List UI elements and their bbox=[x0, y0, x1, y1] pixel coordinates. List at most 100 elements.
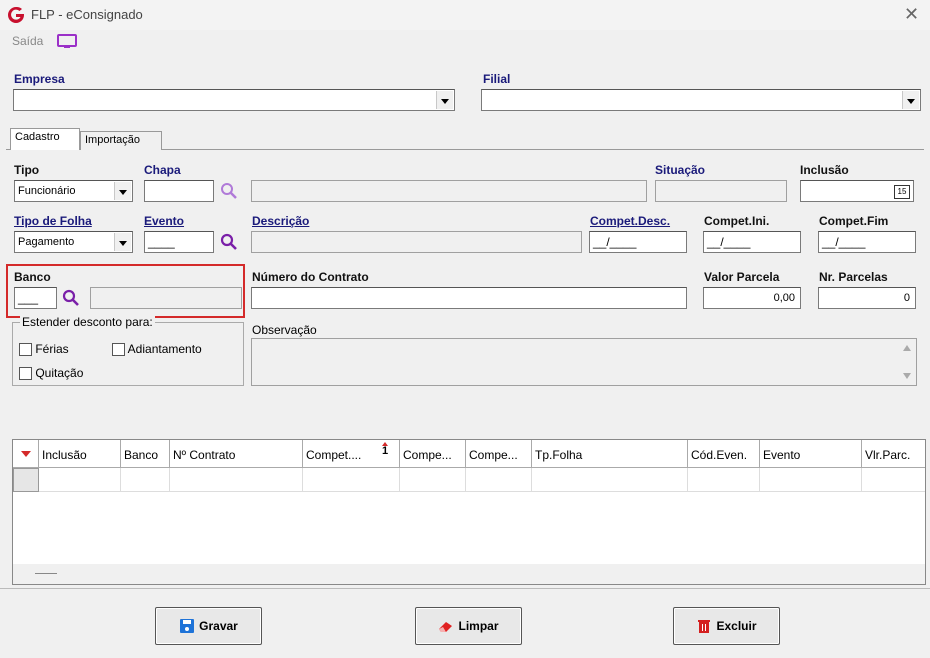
grid-footer-dash bbox=[35, 573, 57, 574]
table-cell[interactable] bbox=[400, 468, 466, 492]
table-cell[interactable] bbox=[688, 468, 760, 492]
search-icon[interactable] bbox=[220, 182, 238, 200]
col-vlr-parc[interactable]: Vlr.Parc. bbox=[862, 440, 925, 468]
descricao-field bbox=[251, 231, 582, 253]
sort-index: 1 bbox=[381, 445, 389, 457]
sort-asc-icon[interactable]: 1 bbox=[380, 442, 390, 457]
observacao-scrollbar[interactable] bbox=[898, 339, 916, 385]
tipo-select[interactable]: Funcionário bbox=[14, 180, 133, 202]
quitacao-label: Quitação bbox=[35, 366, 84, 380]
window-title: FLP - eConsignado bbox=[31, 7, 143, 22]
col-evento[interactable]: Evento bbox=[760, 440, 862, 468]
adiantamento-checkbox[interactable]: Adiantamento bbox=[112, 342, 202, 357]
ferias-checkbox[interactable]: Férias bbox=[19, 342, 69, 357]
inclusao-date-input[interactable]: 15 bbox=[800, 180, 914, 202]
search-icon[interactable] bbox=[62, 289, 80, 307]
numero-contrato-input[interactable] bbox=[251, 287, 687, 309]
dropdown-arrow-icon[interactable] bbox=[21, 451, 31, 457]
estender-label: Estender desconto para: bbox=[20, 315, 155, 329]
chapa-input[interactable] bbox=[144, 180, 214, 202]
tipo-folha-value: Pagamento bbox=[18, 236, 75, 248]
eraser-icon bbox=[439, 622, 453, 632]
compet-desc-value: __/____ bbox=[593, 235, 637, 249]
table-cell[interactable] bbox=[862, 468, 925, 492]
evento-input[interactable]: ____ bbox=[144, 231, 214, 253]
limpar-label: Limpar bbox=[458, 619, 499, 633]
banco-label: Banco bbox=[14, 270, 51, 284]
evento-label: Evento bbox=[144, 214, 185, 228]
saida-button[interactable]: Saída bbox=[12, 34, 43, 48]
nr-parcelas-input[interactable]: 0 bbox=[818, 287, 916, 309]
grid-empty-area bbox=[13, 492, 925, 564]
calendar-icon[interactable]: 15 bbox=[894, 185, 910, 199]
scroll-down-icon[interactable] bbox=[903, 373, 911, 379]
gravar-button[interactable]: Gravar bbox=[155, 607, 262, 645]
valor-parcela-input[interactable]: 0,00 bbox=[703, 287, 801, 309]
chevron-down-icon[interactable] bbox=[114, 233, 131, 251]
row-selector[interactable] bbox=[13, 468, 39, 492]
table-cell[interactable] bbox=[170, 468, 303, 492]
nr-parcelas-label: Nr. Parcelas bbox=[819, 270, 888, 284]
valor-parcela-value: 0,00 bbox=[773, 292, 795, 304]
chevron-down-icon[interactable] bbox=[114, 182, 131, 200]
tipo-folha-select[interactable]: Pagamento bbox=[14, 231, 133, 253]
table-cell[interactable] bbox=[303, 468, 400, 492]
table-cell[interactable] bbox=[760, 468, 862, 492]
observacao-textarea[interactable] bbox=[251, 338, 917, 386]
inclusao-label: Inclusão bbox=[800, 163, 849, 177]
close-icon[interactable]: ✕ bbox=[904, 4, 919, 25]
quitacao-checkbox[interactable]: Quitação bbox=[19, 366, 84, 381]
excluir-button[interactable]: Excluir bbox=[673, 607, 780, 645]
trash-icon bbox=[698, 620, 711, 633]
chevron-down-icon[interactable] bbox=[902, 91, 919, 109]
numero-contrato-label: Número do Contrato bbox=[252, 270, 369, 284]
quitacao-check-box[interactable] bbox=[19, 367, 32, 381]
banco-input[interactable]: ___ bbox=[14, 287, 57, 309]
chapa-name-display bbox=[251, 180, 647, 202]
monitor-icon[interactable] bbox=[57, 34, 77, 49]
table-cell[interactable] bbox=[466, 468, 532, 492]
table-cell[interactable] bbox=[121, 468, 170, 492]
col-cod-evento[interactable]: Cód.Even. bbox=[688, 440, 760, 468]
limpar-button[interactable]: Limpar bbox=[415, 607, 522, 645]
title-bar: FLP - eConsignado ✕ bbox=[0, 0, 930, 30]
col-numero-contrato[interactable]: Nº Contrato bbox=[170, 440, 303, 468]
col-compet-desc[interactable]: Compet.... 1 bbox=[303, 440, 400, 468]
grid-menu-header[interactable] bbox=[13, 440, 39, 468]
table-cell[interactable] bbox=[39, 468, 121, 492]
compet-fim-label: Compet.Fim bbox=[819, 214, 889, 228]
table-cell[interactable] bbox=[532, 468, 688, 492]
adiantamento-label: Adiantamento bbox=[127, 342, 202, 356]
compet-ini-input[interactable]: __/____ bbox=[703, 231, 801, 253]
tab-importacao[interactable]: Importação bbox=[80, 131, 162, 150]
banco-name-display bbox=[90, 287, 242, 309]
scroll-up-icon[interactable] bbox=[903, 345, 911, 351]
compet-desc-input[interactable]: __/____ bbox=[589, 231, 687, 253]
tab-cadastro[interactable]: Cadastro bbox=[10, 128, 80, 150]
filial-label: Filial bbox=[483, 72, 511, 86]
ferias-check-box[interactable] bbox=[19, 343, 32, 357]
chapa-label: Chapa bbox=[144, 163, 181, 177]
col-compet-ini[interactable]: Compe... bbox=[400, 440, 466, 468]
contracts-grid[interactable]: Inclusão Banco Nº Contrato Compet.... 1 … bbox=[12, 439, 926, 585]
gravar-label: Gravar bbox=[199, 619, 238, 633]
compet-ini-value: __/____ bbox=[707, 235, 751, 249]
save-icon bbox=[180, 619, 195, 633]
col-banco[interactable]: Banco bbox=[121, 440, 170, 468]
banco-value: ___ bbox=[18, 291, 39, 305]
search-icon[interactable] bbox=[220, 233, 238, 251]
compet-desc-label: Compet.Desc. bbox=[590, 214, 671, 228]
col-inclusao[interactable]: Inclusão bbox=[39, 440, 121, 468]
compet-fim-input[interactable]: __/____ bbox=[818, 231, 916, 253]
descricao-label: Descrição bbox=[252, 214, 310, 228]
chevron-down-icon[interactable] bbox=[436, 91, 453, 109]
col-tp-folha[interactable]: Tp.Folha bbox=[532, 440, 688, 468]
adiantamento-check-box[interactable] bbox=[112, 343, 125, 357]
app-logo-icon bbox=[8, 6, 24, 23]
filial-select[interactable] bbox=[481, 89, 921, 111]
valor-parcela-label: Valor Parcela bbox=[704, 270, 780, 284]
empresa-select[interactable] bbox=[13, 89, 455, 111]
tipo-folha-label: Tipo de Folha bbox=[14, 214, 92, 228]
col-compet-fim[interactable]: Compe... bbox=[466, 440, 532, 468]
tipo-value: Funcionário bbox=[18, 185, 76, 197]
